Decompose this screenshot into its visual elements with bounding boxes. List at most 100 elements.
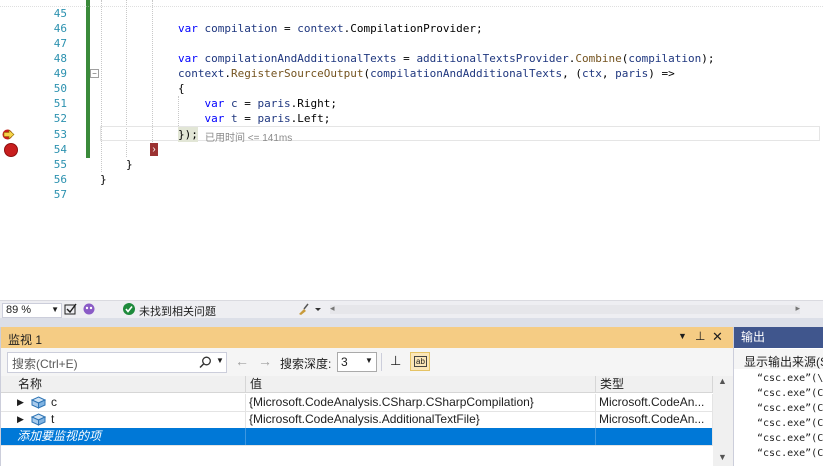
watch-window: 监视 1 ▼ ⊥ ✕ 搜索(Ctrl+E) ▼ ← → 搜索深度: 3 ▼ ⊥ … <box>0 327 733 466</box>
chevron-down-icon: ▼ <box>365 356 373 365</box>
search-icon[interactable] <box>199 356 212 369</box>
output-line: “csc.exe”(C <box>757 403 823 414</box>
code-line-49[interactable]: 49 − context.RegisterSourceOutput(compil… <box>0 66 823 81</box>
object-icon <box>31 396 46 409</box>
forward-arrow-icon[interactable]: → <box>258 353 272 369</box>
code-line-57[interactable]: 57 <box>0 187 823 202</box>
search-depth-label: 搜索深度: <box>280 357 332 371</box>
code-text[interactable]: var c = paris.Right; <box>178 96 337 111</box>
table-row[interactable]: ▶ t {Microsoft.CodeAnalysis.AdditionalTe… <box>1 411 713 429</box>
code-text[interactable]: } <box>126 157 133 172</box>
code-line-53[interactable]: 53 }); 已用时间 <= 141ms <box>0 127 823 144</box>
line-number: 50 <box>53 82 67 95</box>
toolbar-separator <box>381 353 382 371</box>
window-options-icon[interactable]: ▼ <box>678 331 687 341</box>
line-number: 54 <box>53 143 67 156</box>
code-line-48[interactable]: 48 var compilationAndAdditionalTexts = a… <box>0 51 823 66</box>
line-number: 48 <box>53 52 67 65</box>
column-header-type[interactable]: 类型 <box>596 376 713 393</box>
breakpoint-icon[interactable] <box>4 143 18 157</box>
code-editor[interactable]: 45 46 var compilation = context.Compilat… <box>0 0 823 300</box>
code-text[interactable]: context.RegisterSourceOutput(compilation… <box>178 66 675 81</box>
breakpoint-marker[interactable]: › <box>150 143 158 156</box>
name-cell[interactable]: ▶ c <box>1 394 246 411</box>
code-line-45[interactable]: 45 <box>0 6 823 21</box>
pin-source-icon[interactable]: ⊥ <box>390 353 401 369</box>
output-line: “csc.exe”(C <box>757 418 823 429</box>
variable-name: c <box>51 395 57 409</box>
search-input[interactable]: 搜索(Ctrl+E) <box>12 355 78 372</box>
output-line: “csc.exe”(C <box>757 388 823 399</box>
scroll-down-icon[interactable]: ▼ <box>718 452 727 462</box>
column-header-name[interactable]: 名称 <box>1 376 246 393</box>
editor-status-bar: 89 % ▼ 未找到相关问题 ◂ ▸ <box>0 300 823 319</box>
issues-status[interactable]: 未找到相关问题 <box>139 303 216 319</box>
output-title-bar[interactable]: 输出 <box>734 327 823 348</box>
value-cell[interactable]: {Microsoft.CodeAnalysis.AdditionalTextFi… <box>246 411 596 428</box>
output-title: 输出 <box>741 330 766 344</box>
column-header-value[interactable]: 值 <box>246 376 596 393</box>
line-number: 46 <box>53 22 67 35</box>
horizontal-scrollbar[interactable]: ◂ ▸ <box>330 303 800 314</box>
add-watch-row[interactable]: 添加要监视的项 <box>1 428 713 446</box>
code-cleanup-icon[interactable] <box>64 303 78 316</box>
code-line-50[interactable]: 50 { <box>0 81 823 96</box>
output-line: “csc.exe”(C <box>757 448 823 459</box>
copilot-icon[interactable] <box>82 302 96 316</box>
code-line-55[interactable]: 55 } <box>0 157 823 172</box>
scroll-right-icon[interactable]: ▸ <box>795 303 800 314</box>
back-arrow-icon[interactable]: ← <box>235 353 249 369</box>
ab-icon: ab <box>414 356 427 367</box>
scroll-up-icon[interactable]: ▲ <box>718 376 727 386</box>
object-icon <box>31 413 46 426</box>
watch-title: 监视 1 <box>8 333 43 347</box>
line-number: 53 <box>53 128 67 141</box>
search-field[interactable]: 搜索(Ctrl+E) ▼ <box>7 352 227 373</box>
zoom-select[interactable]: 89 % ▼ <box>2 303 62 318</box>
type-cell[interactable]: Microsoft.CodeAn... <box>596 411 713 428</box>
code-line-56[interactable]: 56 } <box>0 172 823 187</box>
close-icon[interactable]: ✕ <box>712 329 723 345</box>
code-line-47[interactable]: 47 <box>0 36 823 51</box>
chevron-down-icon: ▼ <box>51 305 59 314</box>
watch-grid[interactable]: 名称 值 类型 ▶ c {Microsoft.CodeAnalysis.CSha… <box>1 376 733 466</box>
value-cell <box>246 428 596 445</box>
chevron-down-icon[interactable]: ▼ <box>216 356 224 365</box>
code-text[interactable]: }); <box>178 127 198 142</box>
brush-icon[interactable] <box>297 303 323 316</box>
code-line-51[interactable]: 51 var c = paris.Right; <box>0 96 823 111</box>
code-text[interactable]: var compilationAndAdditionalTexts = addi… <box>178 51 714 66</box>
code-text[interactable]: var t = paris.Left; <box>178 111 331 126</box>
value-cell[interactable]: {Microsoft.CodeAnalysis.CSharp.CSharpCom… <box>246 394 596 411</box>
pin-icon[interactable]: ⊥ <box>695 329 705 343</box>
expand-icon[interactable]: ▶ <box>17 411 24 428</box>
type-cell <box>596 428 713 445</box>
hex-display-toggle[interactable]: ab <box>410 352 430 371</box>
code-text[interactable]: } <box>100 172 107 187</box>
collapse-toggle[interactable]: − <box>90 69 99 78</box>
output-window: 输出 显示输出来源(S “csc.exe”(\ “csc.exe”(C “csc… <box>733 327 823 466</box>
panel-splitter[interactable] <box>0 318 823 327</box>
expand-icon[interactable]: ▶ <box>17 394 24 411</box>
line-number: 55 <box>53 158 67 171</box>
line-number: 56 <box>53 173 67 186</box>
code-text[interactable]: var compilation = context.CompilationPro… <box>178 21 483 36</box>
table-row[interactable]: ▶ c {Microsoft.CodeAnalysis.CSharp.CShar… <box>1 394 713 412</box>
code-line-46[interactable]: 46 var compilation = context.Compilation… <box>0 21 823 36</box>
line-number: 47 <box>53 37 67 50</box>
search-depth-select[interactable]: 3 ▼ <box>337 352 377 372</box>
zoom-value: 89 % <box>6 304 32 316</box>
line-number: 45 <box>53 7 67 20</box>
code-line-52[interactable]: 52 var t = paris.Left; <box>0 111 823 126</box>
vertical-scrollbar[interactable]: ▲ ▼ <box>713 376 733 466</box>
code-line-54[interactable]: 54 › <box>0 142 823 157</box>
scroll-left-icon[interactable]: ◂ <box>330 303 335 314</box>
add-watch-input[interactable]: 添加要监视的项 <box>1 428 246 445</box>
line-number: 51 <box>53 97 67 110</box>
name-cell[interactable]: ▶ t <box>1 411 246 428</box>
type-cell[interactable]: Microsoft.CodeAn... <box>596 394 713 411</box>
watch-title-bar[interactable]: 监视 1 ▼ ⊥ ✕ <box>1 327 733 348</box>
code-text[interactable]: { <box>178 81 185 96</box>
output-toolbar: 显示输出来源(S <box>734 349 823 369</box>
execution-pointer-icon[interactable] <box>2 129 15 140</box>
